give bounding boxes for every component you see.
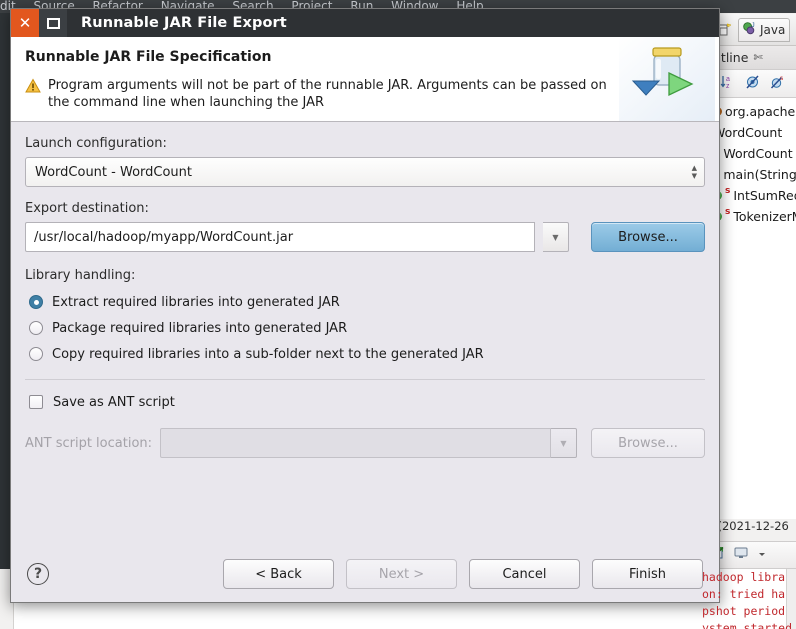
- dialog-footer: ? < Back Next > Cancel Finish: [11, 546, 719, 602]
- outline-view: utline ✄ a z s org.apache WordCount Word…: [710, 46, 796, 531]
- library-option-label: Copy required libraries into a sub-folde…: [52, 346, 484, 362]
- list-item[interactable]: s TokenizerM: [711, 206, 796, 227]
- next-button-label: Next >: [378, 566, 425, 582]
- dialog-title: Runnable JAR File Export: [81, 15, 287, 31]
- browse-button-label: Browse...: [618, 229, 678, 245]
- warning-message: Program arguments will not be part of th…: [25, 77, 625, 111]
- export-destination-dropdown-button[interactable]: ▼: [543, 222, 569, 252]
- page-title: Runnable JAR File Specification: [25, 49, 272, 65]
- export-destination-browse-button[interactable]: Browse...: [591, 222, 705, 252]
- hide-static-icon[interactable]: s: [770, 74, 786, 94]
- back-button[interactable]: < Back: [223, 559, 334, 589]
- perspective-tab-java[interactable]: J Java: [738, 17, 791, 42]
- library-option-package[interactable]: Package required libraries into generate…: [29, 315, 705, 341]
- list-item[interactable]: s main(String: [711, 164, 796, 185]
- launch-configuration-combo[interactable]: WordCount - WordCount ▲ ▼: [25, 157, 705, 187]
- perspective-tab-label: Java: [760, 22, 786, 37]
- java-perspective-icon: J: [742, 21, 757, 39]
- finish-button-label: Finish: [628, 566, 666, 582]
- eclipse-left-edge: [0, 13, 10, 629]
- save-as-ant-script-label: Save as ANT script: [53, 394, 175, 410]
- ant-script-browse-button[interactable]: Browse...: [591, 428, 705, 458]
- runnable-jar-export-dialog: ✕ Runnable JAR File Export Runnable JAR …: [10, 8, 720, 603]
- svg-text:J: J: [751, 22, 754, 29]
- cancel-button[interactable]: Cancel: [469, 559, 580, 589]
- ant-script-location-dropdown-button[interactable]: ▼: [551, 428, 577, 458]
- outline-tree[interactable]: org.apache.h WordCount c WordCount s mai…: [711, 98, 796, 227]
- library-option-label: Extract required libraries into generate…: [52, 294, 340, 310]
- next-button: Next >: [346, 559, 457, 589]
- radio-icon: [29, 321, 43, 335]
- export-destination-label: Export destination:: [25, 201, 149, 216]
- footer-button-group: < Back Next > Cancel Finish: [223, 559, 703, 589]
- launch-configuration-label: Launch configuration:: [25, 136, 167, 151]
- spinner-icon[interactable]: ▲ ▼: [692, 158, 697, 186]
- outline-item-label: WordCount: [713, 125, 783, 140]
- svg-text:a: a: [726, 76, 730, 83]
- outline-item-label: WordCount: [723, 146, 793, 161]
- list-item[interactable]: s IntSumRedu: [711, 185, 796, 206]
- outline-toolbar: a z s: [711, 70, 796, 98]
- svg-text:z: z: [726, 83, 730, 90]
- dialog-body: Launch configuration: WordCount - WordCo…: [11, 122, 719, 547]
- radio-icon: [29, 295, 43, 309]
- export-destination-row: /usr/local/hadoop/myapp/WordCount.jar ▼ …: [25, 222, 705, 252]
- library-handling-label: Library handling:: [25, 268, 136, 283]
- cancel-button-label: Cancel: [502, 566, 547, 582]
- dialog-header: Runnable JAR File Specification Program …: [11, 37, 719, 122]
- back-button-label: < Back: [255, 566, 302, 582]
- outline-view-tab[interactable]: utline ✄: [711, 46, 796, 70]
- list-item[interactable]: org.apache.h: [711, 101, 796, 122]
- finish-button[interactable]: Finish: [592, 559, 703, 589]
- chevron-down-icon: ▼: [552, 232, 559, 242]
- static-method-icon: s: [725, 207, 731, 217]
- radio-icon: [29, 347, 43, 361]
- library-option-label: Package required libraries into generate…: [52, 320, 348, 336]
- launch-configuration-value: WordCount - WordCount: [35, 164, 192, 180]
- dialog-titlebar[interactable]: ✕ Runnable JAR File Export: [11, 9, 719, 37]
- help-icon: ?: [33, 566, 43, 582]
- display-selected-console-icon[interactable]: [733, 545, 749, 565]
- chevron-down-icon[interactable]: [757, 548, 767, 563]
- runnable-jar-icon: [619, 37, 715, 121]
- svg-text:s: s: [780, 75, 784, 82]
- maximize-icon: [46, 17, 60, 29]
- static-method-icon: s: [725, 186, 731, 196]
- sort-alphabetically-icon[interactable]: a z: [720, 74, 736, 94]
- maximize-window-button[interactable]: [39, 9, 67, 37]
- warning-text: Program arguments will not be part of th…: [48, 78, 607, 110]
- outline-item-label: IntSumRedu: [733, 188, 796, 203]
- save-as-ant-script-checkbox[interactable]: Save as ANT script: [29, 390, 705, 414]
- close-icon[interactable]: ✄: [753, 51, 762, 64]
- ant-script-location-label: ANT script location:: [25, 435, 153, 451]
- hide-non-public-icon[interactable]: [745, 74, 761, 94]
- outline-item-label: org.apache.h: [725, 104, 796, 119]
- close-window-button[interactable]: ✕: [11, 9, 39, 37]
- list-item[interactable]: c WordCount: [711, 143, 796, 164]
- library-option-extract[interactable]: Extract required libraries into generate…: [29, 289, 705, 315]
- screen: dit Source Refactor Navigate Search Proj…: [0, 0, 796, 629]
- ant-script-location-input[interactable]: [160, 428, 551, 458]
- library-option-copy[interactable]: Copy required libraries into a sub-folde…: [29, 341, 705, 367]
- close-icon: ✕: [18, 13, 32, 32]
- warning-icon: [25, 78, 41, 111]
- console-scrollbar[interactable]: [786, 569, 796, 629]
- outline-item-label: TokenizerM: [733, 209, 796, 224]
- export-destination-input[interactable]: /usr/local/hadoop/myapp/WordCount.jar: [25, 222, 535, 252]
- help-button[interactable]: ?: [27, 563, 49, 585]
- perspective-bar: J Java: [710, 14, 796, 46]
- outline-item-label: main(String: [723, 167, 796, 182]
- list-item[interactable]: WordCount: [711, 122, 796, 143]
- chevron-down-icon: ▼: [560, 438, 567, 448]
- ant-script-location-row: ANT script location: ▼ Browse...: [25, 428, 705, 458]
- divider: [25, 379, 705, 380]
- browse-button-label: Browse...: [618, 435, 678, 451]
- checkbox-icon: [29, 395, 43, 409]
